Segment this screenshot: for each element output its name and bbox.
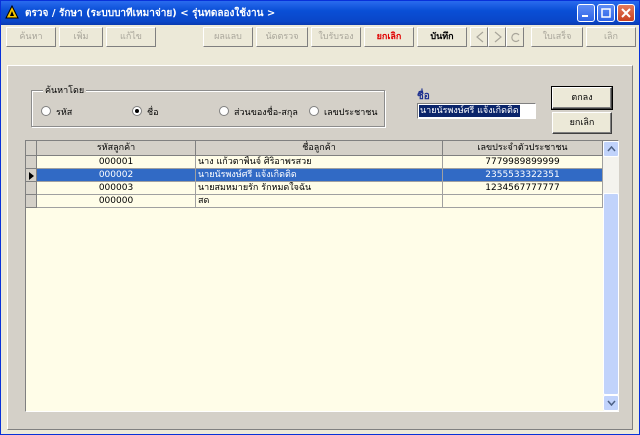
cell-code: 000003 (37, 182, 196, 195)
app-icon (5, 5, 19, 19)
table-row[interactable]: 000001 นาง แก้วตาพิ้นจ์ ศิริอาพรสวย 7779… (37, 156, 603, 169)
vertical-scrollbar[interactable] (603, 141, 619, 411)
search-by-label: ค้นหาโดย (43, 83, 87, 97)
arrow-right-icon (494, 31, 502, 43)
scroll-down-button[interactable] (603, 395, 619, 411)
cell-id-number: 7779989899999 (443, 156, 603, 169)
customer-grid[interactable]: รหัสลูกค้า ชื่อลูกค้า เลขประจำตัวประชาชน… (25, 140, 619, 412)
row-indicator[interactable] (26, 195, 37, 208)
column-header-code[interactable]: รหัสลูกค้า (37, 141, 196, 156)
maximize-button[interactable] (597, 4, 615, 22)
close-button[interactable] (617, 4, 635, 22)
table-row-selected[interactable]: 000002 นายนัรพงษ์ศรี แจ้งเกิดติด 2355533… (37, 169, 603, 182)
cancel-toolbar-button[interactable]: ยกเลิก (364, 27, 414, 47)
cell-id-number (443, 195, 603, 208)
first-record-button[interactable] (470, 27, 488, 47)
maximize-icon (601, 8, 611, 18)
scroll-thumb[interactable] (603, 193, 619, 395)
cell-name: นาง แก้วตาพิ้นจ์ ศิริอาพรสวย (196, 156, 443, 169)
lab-results-button[interactable]: ผลแลบ (203, 27, 253, 47)
name-label: ชื่อ (417, 91, 430, 102)
cell-name: นายนัรพงษ์ศรี แจ้งเกิดติด (196, 169, 443, 182)
certificate-button[interactable]: ใบรับรอง (311, 27, 361, 47)
name-search-value: นายนัรพงษ์ศรี แจ้งเกิดติด (419, 105, 520, 117)
appointment-button[interactable]: นัดตรวจ (256, 27, 308, 47)
save-button[interactable]: บันทึก (417, 27, 467, 47)
cell-code: 000000 (37, 195, 196, 208)
chevron-up-icon (607, 146, 616, 152)
next-record-button[interactable] (488, 27, 506, 47)
name-search-input[interactable]: นายนัรพงษ์ศรี แจ้งเกิดติด (417, 103, 536, 119)
minimize-icon (582, 15, 588, 17)
cell-name: นายสมหมายรัก รักหมดใจฉัน (196, 182, 443, 195)
cell-code: 000002 (37, 169, 196, 182)
table-row[interactable]: 000003 นายสมหมายรัก รักหมดใจฉัน 12345677… (37, 182, 603, 195)
minimize-button[interactable] (577, 4, 595, 22)
title-bar[interactable]: ตรวจ / รักษา (ระบบบาทีเหมาจ่าย) < รุ่นทด… (1, 1, 639, 25)
close-icon (621, 8, 631, 18)
edit-button[interactable]: แก้ไข (106, 27, 156, 47)
cell-name: สด (196, 195, 443, 208)
refresh-icon (511, 32, 520, 43)
cell-id-number: 1234567777777 (443, 182, 603, 195)
receipt-button[interactable]: ใบเสร็จ (531, 27, 583, 47)
row-indicator[interactable] (26, 156, 37, 169)
arrow-left-icon (476, 31, 484, 43)
window-title: ตรวจ / รักษา (ระบบบาทีเหมาจ่าย) < รุ่นทด… (25, 8, 276, 19)
cell-code: 000001 (37, 156, 196, 169)
exit-button[interactable]: เลิก (586, 27, 636, 47)
scroll-up-button[interactable] (603, 141, 619, 157)
cancel-button[interactable]: ยกเลิก (552, 112, 612, 134)
ok-button[interactable]: ตกลง (551, 86, 613, 110)
chevron-down-icon (607, 400, 616, 406)
find-button[interactable]: ค้นหา (6, 27, 56, 47)
grid-corner (26, 141, 37, 156)
add-button[interactable]: เพิ่ม (59, 27, 103, 47)
toolbar: ค้นหา เพิ่ม แก้ไข ผลแลบ นัดตรวจ ใบรับรอง… (3, 27, 637, 49)
row-indicator-current[interactable] (26, 169, 37, 182)
row-indicator[interactable] (26, 182, 37, 195)
table-row[interactable]: 000000 สด (37, 195, 603, 208)
column-header-id[interactable]: เลขประจำตัวประชาชน (443, 141, 603, 156)
refresh-button[interactable] (506, 27, 524, 47)
cell-id-number: 2355533322351 (443, 169, 603, 182)
main-window: ตรวจ / รักษา (ระบบบาทีเหมาจ่าย) < รุ่นทด… (0, 0, 640, 435)
column-header-name[interactable]: ชื่อลูกค้า (196, 141, 443, 156)
